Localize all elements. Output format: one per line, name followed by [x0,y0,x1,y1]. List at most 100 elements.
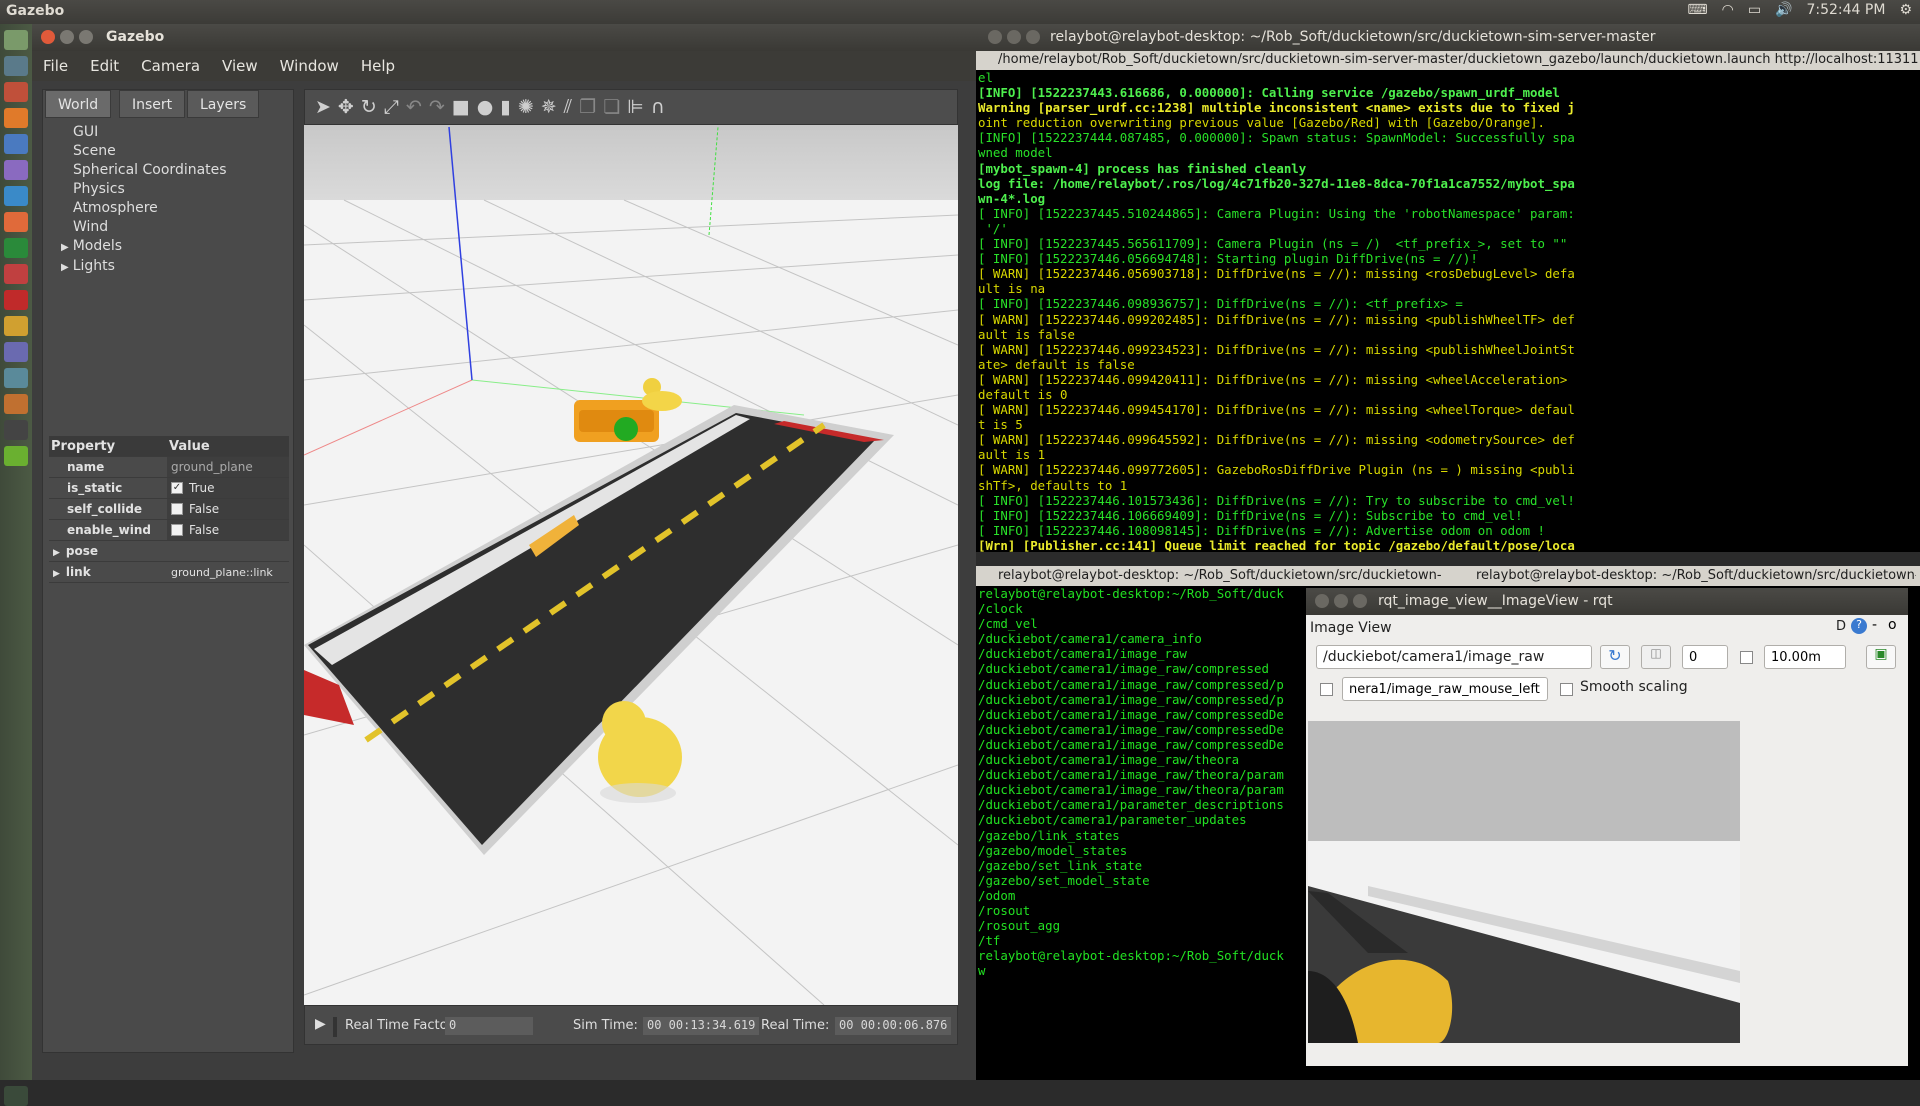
app-icon[interactable] [4,342,28,362]
spreadsheet-icon[interactable] [4,238,28,258]
copy-icon[interactable]: ❐ [579,96,596,118]
cylinder-shape-icon[interactable]: ▮ [500,96,510,118]
tree-item-wind[interactable]: Wind [73,218,293,237]
property-row-self-collide[interactable]: self_collide False [49,499,289,520]
settings-gear-icon[interactable]: ⚙ [1899,2,1912,18]
expand-arrow-icon[interactable]: ▶ [61,242,69,253]
close-panel-icon[interactable]: o [1888,617,1897,633]
property-value[interactable]: False [167,520,289,540]
undo-icon[interactable]: ↶ [406,96,422,118]
menu-view[interactable]: View [211,51,269,81]
directional-light-icon[interactable]: ⫽ [564,96,572,118]
checkbox-checked[interactable]: ✓ [171,482,183,494]
tree-item-scene[interactable]: Scene [73,142,293,161]
app-icon[interactable] [4,160,28,180]
camera-image[interactable] [1308,721,1740,1043]
tree-item-models[interactable]: ▶ Models [61,237,293,257]
minimize-icon[interactable] [60,30,74,44]
smooth-scaling-checkbox[interactable] [1560,683,1573,696]
minimize-icon[interactable]: - [1872,617,1877,633]
terminal-titlebar[interactable]: relaybot@relaybot-desktop: ~/Rob_Soft/du… [976,24,1920,51]
checkbox[interactable] [171,503,183,515]
tab-layers[interactable]: Layers [187,90,260,118]
snap-magnet-icon[interactable]: ∩ [651,96,665,118]
tree-item-gui[interactable]: GUI [73,123,293,142]
panel-d-button[interactable]: D [1836,619,1846,634]
max-range-input[interactable]: 10.00m [1764,645,1846,669]
terminal-red-icon[interactable] [4,290,28,310]
tree-item-lights[interactable]: ▶ Lights [61,257,293,277]
menu-edit[interactable]: Edit [79,51,130,81]
settings-icon[interactable] [4,264,28,284]
tree-item-spherical-coordinates[interactable]: Spherical Coordinates [73,161,293,180]
property-row-enable-wind[interactable]: enable_wind False [49,520,289,541]
3d-viewport[interactable] [304,125,958,1005]
terminal-tab-2[interactable]: relaybot@relaybot-desktop: ~/Rob_Soft/du… [1476,568,1916,583]
wifi-icon[interactable]: ◠ [1722,2,1734,18]
tree-item-atmosphere[interactable]: Atmosphere [73,199,293,218]
spot-light-icon[interactable]: ✵ [541,96,557,118]
box-shape-icon[interactable]: ■ [452,96,470,118]
translate-icon[interactable]: ✥ [338,96,354,118]
minimize-icon[interactable] [1007,30,1021,44]
battery-icon[interactable]: ▭ [1748,2,1761,18]
property-value[interactable]: ground_plane [167,457,289,477]
minimize-icon[interactable] [1334,594,1348,608]
rotate-icon[interactable]: ↻ [361,96,377,118]
app-icon[interactable] [4,316,28,336]
redo-icon[interactable]: ↷ [429,96,445,118]
maximize-icon[interactable] [1026,30,1040,44]
dash-icon[interactable] [4,30,28,50]
zoom-icon[interactable]: ◫ [1641,645,1671,669]
align-icon[interactable]: ⊫ [627,96,644,118]
menu-camera[interactable]: Camera [130,51,211,81]
close-icon[interactable] [1315,594,1329,608]
paste-icon[interactable]: ❏ [603,96,620,118]
tree-item-physics[interactable]: Physics [73,180,293,199]
expand-arrow-icon[interactable]: ▶ [61,262,69,273]
menu-help[interactable]: Help [350,51,406,81]
maximize-icon[interactable] [79,30,93,44]
save-image-icon[interactable]: ▣ [1866,645,1896,669]
calendar-icon[interactable] [4,82,28,102]
help-icon[interactable]: ? [1851,618,1867,634]
close-icon[interactable] [988,30,1002,44]
sphere-shape-icon[interactable]: ● [477,96,494,118]
gazebo-titlebar[interactable]: Gazebo [32,24,976,51]
maximize-icon[interactable] [1353,594,1367,608]
checkbox[interactable] [1740,651,1753,664]
app-icon[interactable] [4,446,28,466]
chromium-icon[interactable] [4,134,28,154]
point-light-icon[interactable]: ✺ [518,96,534,118]
property-value[interactable]: ✓ True [167,478,289,498]
topic-select[interactable]: /duckiebot/camera1/image_raw [1316,645,1592,669]
mouse-publish-checkbox[interactable] [1320,683,1333,696]
property-row-is-static[interactable]: is_static ✓ True [49,478,289,499]
property-row-name[interactable]: name ground_plane [49,457,289,478]
mouse-topic-input[interactable]: nera1/image_raw_mouse_left [1342,677,1548,701]
rqt-titlebar[interactable]: rqt_image_view__ImageView - rqt [1306,588,1908,615]
keyboard-icon[interactable]: ⌨ [1687,2,1707,18]
menu-window[interactable]: Window [269,51,350,81]
software-center-icon[interactable] [4,212,28,232]
scale-icon[interactable]: ⤢ [384,96,399,118]
app-icon[interactable] [4,368,28,388]
expand-arrow-icon[interactable]: ▶ [53,569,60,579]
files-icon[interactable] [4,56,28,76]
close-icon[interactable] [41,30,55,44]
tab-world[interactable]: World [45,90,112,118]
checkbox[interactable] [171,524,183,536]
terminal-tab-1[interactable]: relaybot@relaybot-desktop: ~/Rob_Soft/du… [998,568,1468,583]
gazebo-icon[interactable] [4,394,28,414]
terminal-output[interactable]: el [INFO] [1522237443.616686, 0.000000]: … [976,70,1920,552]
play-pause-icon[interactable]: ▶ [315,1016,326,1032]
refresh-icon[interactable]: ↻ [1600,645,1630,669]
spin-box[interactable]: 0 [1682,645,1728,669]
terminal-tab[interactable]: /home/relaybot/Rob_Soft/duckietown/src/d… [976,51,1920,70]
expand-arrow-icon[interactable]: ▶ [53,548,60,558]
property-value[interactable]: False [167,499,289,519]
app-icon[interactable] [4,186,28,206]
clock[interactable]: 7:52:44 PM [1806,2,1885,18]
terminal-icon[interactable] [4,420,28,440]
volume-icon[interactable]: 🔊 [1775,2,1792,18]
